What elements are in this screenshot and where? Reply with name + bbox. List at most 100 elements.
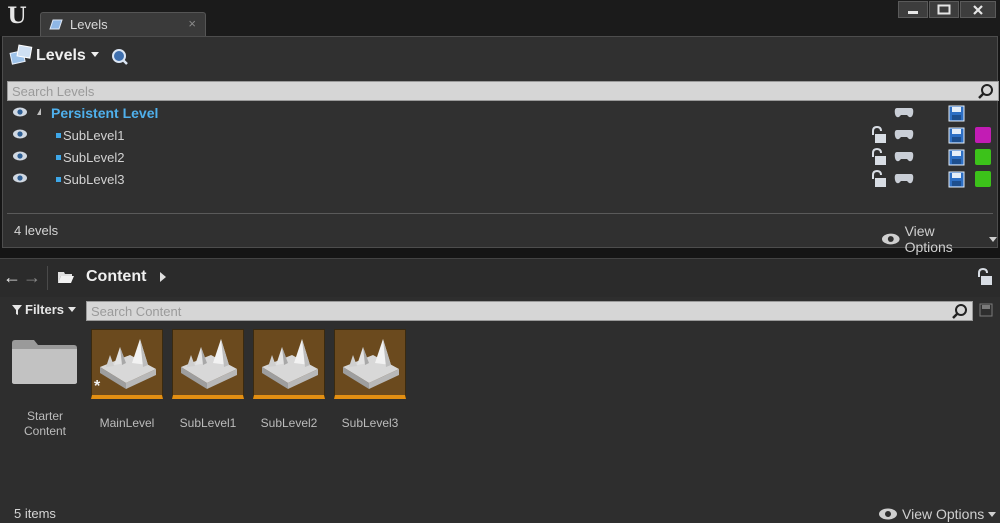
lock-icon[interactable]	[869, 126, 887, 144]
path-content-button[interactable]: Content	[86, 268, 146, 286]
sublevel-label: SubLevel2	[63, 150, 125, 165]
items-count: 5 items	[14, 506, 56, 521]
sublevel-dot	[56, 177, 61, 182]
gamepad-icon[interactable]	[894, 129, 914, 141]
level-color-swatch[interactable]	[975, 149, 991, 165]
lock-icon[interactable]	[975, 268, 993, 286]
content-toolbar: ← → Content	[0, 259, 1000, 297]
asset-tile[interactable]: SubLevel2	[253, 329, 325, 430]
map-icon	[262, 339, 318, 389]
level-color-swatch[interactable]	[975, 171, 991, 187]
tab-close-icon[interactable]: ×	[188, 16, 196, 31]
levels-icon[interactable]	[9, 43, 35, 67]
level-row[interactable]: SubLevel3	[3, 168, 997, 190]
asset-tile[interactable]: * MainLevel	[91, 329, 163, 430]
divider	[47, 266, 48, 290]
folder-label-line2: Content	[23, 424, 67, 438]
persistent-level-label: Persistent Level	[51, 105, 159, 121]
levels-search-box	[7, 81, 999, 101]
gamepad-icon[interactable]	[894, 151, 914, 163]
minimize-button[interactable]	[898, 1, 928, 18]
gamepad-icon[interactable]	[894, 107, 914, 119]
filters-label: Filters	[25, 302, 65, 317]
save-icon[interactable]	[948, 149, 965, 166]
folder-starter-content[interactable]: Starter Content	[10, 339, 80, 438]
asset-label: Starter Content	[2, 409, 88, 439]
minimize-icon	[908, 10, 918, 14]
eye-icon	[879, 508, 897, 520]
content-search-input[interactable]	[91, 303, 946, 319]
level-asset-thumbnail	[334, 329, 406, 399]
map-icon	[181, 339, 237, 389]
forward-arrow-icon[interactable]: →	[23, 268, 41, 286]
levels-panel: Levels Persistent Level SubLevel1	[2, 36, 999, 255]
chevron-down-icon	[988, 511, 997, 517]
level-row[interactable]: SubLevel1	[3, 124, 997, 146]
save-icon[interactable]	[948, 127, 965, 144]
folder-label-line1: Starter	[26, 409, 63, 423]
level-color-swatch[interactable]	[975, 127, 991, 143]
view-options-label: View Options	[902, 506, 985, 522]
lock-icon[interactable]	[869, 148, 887, 166]
gamepad-icon[interactable]	[894, 173, 914, 185]
save-search-icon[interactable]	[979, 303, 993, 317]
save-icon[interactable]	[948, 171, 965, 188]
window-controls	[897, 1, 996, 19]
level-asset-thumbnail	[253, 329, 325, 399]
asset-label: SubLevel1	[179, 416, 237, 430]
close-icon	[973, 4, 983, 15]
save-icon[interactable]	[948, 105, 965, 122]
asset-label: MainLevel	[99, 416, 155, 430]
back-arrow-icon[interactable]: ←	[3, 268, 21, 286]
levels-tab-icon	[49, 19, 63, 30]
level-row-persistent[interactable]: Persistent Level	[3, 102, 997, 124]
path-arrow-icon[interactable]	[160, 272, 166, 282]
asset-tile[interactable]: SubLevel1	[172, 329, 244, 430]
view-options-label: View Options	[904, 223, 953, 255]
eye-icon	[881, 233, 900, 245]
content-search-box	[86, 301, 973, 321]
maximize-icon	[937, 4, 951, 15]
eye-icon[interactable]	[12, 173, 28, 183]
eye-icon[interactable]	[12, 129, 28, 139]
maximize-button[interactable]	[929, 1, 959, 18]
sublevel-dot	[56, 155, 61, 160]
eye-icon[interactable]	[12, 151, 28, 161]
view-options-button[interactable]: View Options	[878, 506, 997, 522]
sublevel-dot	[56, 133, 61, 138]
levels-search-input[interactable]	[12, 83, 972, 99]
chevron-down-icon	[68, 307, 77, 312]
sublevel-label: SubLevel1	[63, 128, 125, 143]
ue-logo-icon[interactable]: U	[4, 3, 30, 29]
search-icon[interactable]	[977, 83, 995, 100]
level-asset-thumbnail	[172, 329, 244, 399]
content-browser: ← → Content Filters Starter Content	[0, 258, 1000, 523]
filter-icon	[12, 304, 22, 315]
folder-open-icon	[58, 272, 74, 283]
asset-tile[interactable]: SubLevel3	[334, 329, 406, 430]
level-row[interactable]: SubLevel2	[3, 146, 997, 168]
magnifier-icon[interactable]	[111, 48, 129, 66]
eye-icon[interactable]	[12, 107, 28, 117]
expand-arrow-icon[interactable]	[34, 108, 41, 115]
sublevel-label: SubLevel3	[63, 172, 125, 187]
close-button[interactable]	[960, 1, 996, 18]
chevron-down-icon	[989, 236, 997, 242]
chevron-down-icon[interactable]	[91, 52, 99, 57]
asset-label: SubLevel3	[341, 416, 399, 430]
search-icon[interactable]	[951, 303, 969, 320]
divider	[7, 213, 993, 214]
view-options-button[interactable]: View Options	[881, 223, 997, 255]
asset-label: SubLevel2	[260, 416, 318, 430]
title-bar: U Levels ×	[0, 0, 1000, 36]
folder-icon	[12, 340, 77, 384]
levels-menu-button[interactable]: Levels	[36, 47, 86, 65]
lock-icon[interactable]	[869, 170, 887, 188]
levels-toolbar: Levels	[3, 37, 997, 77]
levels-count: 4 levels	[14, 223, 59, 238]
tab-levels[interactable]: Levels ×	[40, 12, 206, 36]
modified-star-icon: *	[94, 378, 101, 395]
level-asset-thumbnail: *	[91, 329, 163, 399]
tab-label: Levels	[70, 17, 108, 32]
filters-button[interactable]: Filters	[12, 302, 77, 317]
